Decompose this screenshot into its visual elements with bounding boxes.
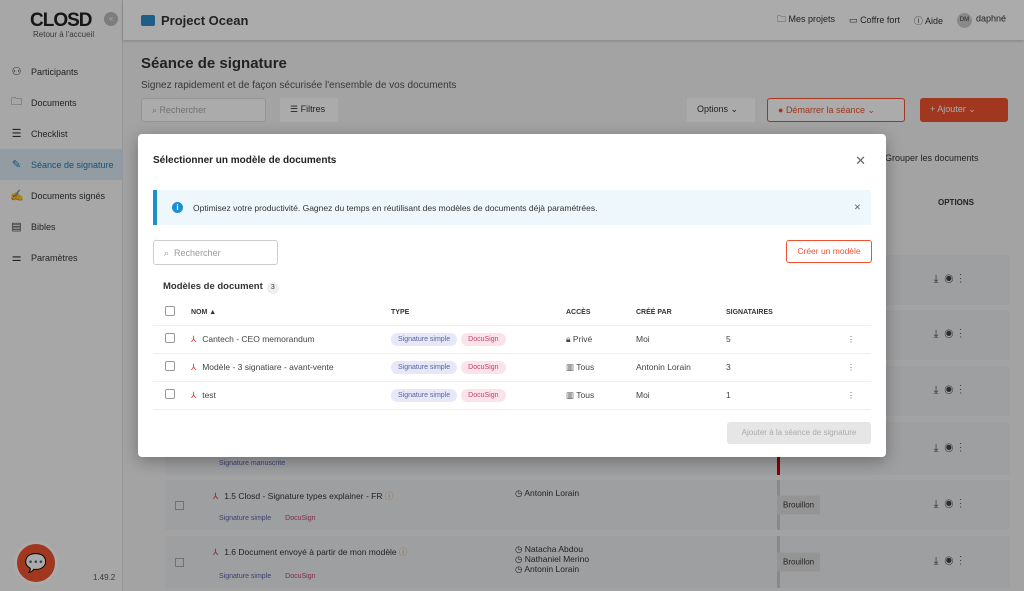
more-icon[interactable]: ⋮ [831, 381, 871, 410]
pdf-icon: ⅄ [191, 361, 197, 372]
template-row[interactable]: ⅄ Modèle - 3 signatiare - avant-vente Sig… [153, 353, 871, 382]
row-checkbox[interactable] [165, 389, 175, 399]
building-icon: ▥ [566, 389, 575, 400]
column-name[interactable]: NOM ▲ [191, 300, 391, 326]
template-row[interactable]: ⅄ test Signature simple DocuSign ▥ Tous Mo… [153, 381, 871, 410]
templates-table: NOM ▲ TYPE ACCÈS CRÉÉ PAR SIGNATAIRES ⅄ C… [153, 300, 871, 410]
created-by: Moi [636, 325, 726, 354]
provider-pill: DocuSign [461, 332, 506, 346]
column-created-by: CRÉÉ PAR [636, 300, 726, 326]
column-type: TYPE [391, 300, 566, 326]
dismiss-info-icon[interactable]: ✕ [854, 202, 861, 213]
modal-title: Sélectionner un modèle de documents [153, 155, 337, 166]
select-all-checkbox[interactable] [165, 306, 175, 317]
info-banner: i Optimisez votre productivité. Gagnez d… [153, 190, 871, 225]
signers: 5 [726, 325, 831, 354]
add-to-session-button[interactable]: Ajouter à la séance de signature [727, 422, 871, 444]
signers: 3 [726, 353, 831, 382]
more-icon[interactable]: ⋮ [831, 325, 871, 354]
close-icon[interactable]: ✕ [855, 153, 866, 169]
created-by: Moi [636, 381, 726, 410]
column-signers: SIGNATAIRES [726, 300, 831, 326]
section-title: Modèles de document 3 [163, 281, 279, 294]
template-modal: Sélectionner un modèle de documents ✕ i … [138, 134, 886, 457]
info-icon: i [172, 202, 183, 213]
pdf-icon: ⅄ [191, 333, 197, 344]
column-access: ACCÈS [566, 300, 636, 326]
building-icon: ▥ [566, 361, 575, 372]
access: Privé [572, 333, 593, 344]
row-checkbox[interactable] [165, 361, 175, 371]
row-checkbox[interactable] [165, 333, 175, 343]
create-template-button[interactable]: Créer un modèle [786, 240, 872, 263]
access: Tous [576, 361, 595, 372]
template-name: Modèle - 3 signatiare - avant-vente [202, 361, 334, 372]
template-search-input[interactable]: ⌕ Rechercher [153, 240, 278, 265]
provider-pill: DocuSign [461, 360, 506, 374]
lock-icon: 🔒︎ [566, 333, 571, 344]
type-pill: Signature simple [391, 332, 458, 346]
info-text: Optimisez votre productivité. Gagnez du … [193, 202, 598, 213]
count-badge: 3 [266, 282, 279, 294]
signers: 1 [726, 381, 831, 410]
more-icon[interactable]: ⋮ [831, 353, 871, 382]
template-row[interactable]: ⅄ Cantech - CEO memorandum Signature simp… [153, 325, 871, 354]
type-pill: Signature simple [391, 360, 458, 374]
type-pill: Signature simple [391, 388, 458, 402]
pdf-icon: ⅄ [191, 389, 197, 400]
provider-pill: DocuSign [461, 388, 506, 402]
created-by: Antonin Lorain [636, 353, 726, 382]
access: Tous [576, 389, 595, 400]
template-name: Cantech - CEO memorandum [202, 333, 315, 344]
template-name: test [202, 389, 216, 400]
